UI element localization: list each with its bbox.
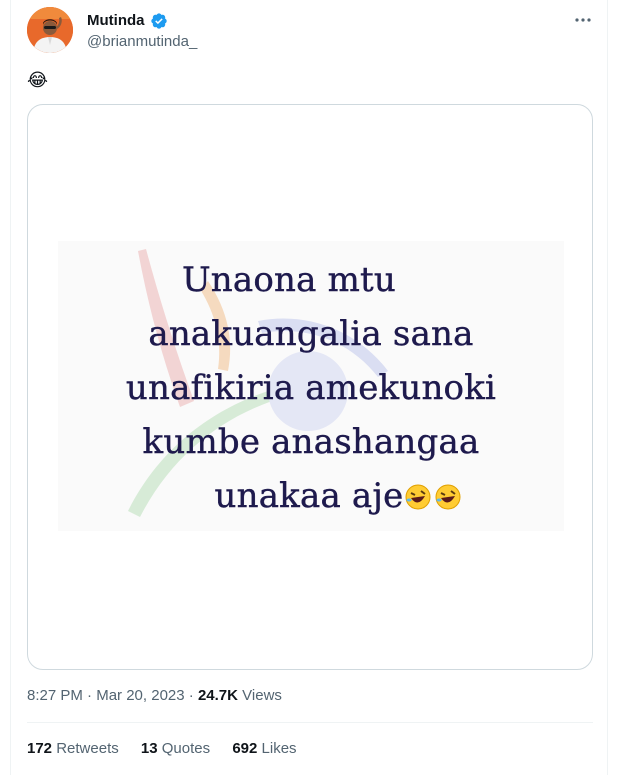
rolling-laughing-emoji-icon — [433, 482, 463, 512]
quotes-count: 13 — [140, 740, 158, 757]
tweet-container: Mutinda @brianmutinda_ 😂 Unaona mtu anak… — [10, 0, 608, 775]
meme-image: Unaona mtu anakuangalia sana unafikiria … — [58, 241, 564, 531]
meta-separator: · — [188, 687, 194, 704]
tears-of-joy-emoji: 😂 — [27, 70, 49, 90]
engagement-stats: 172 Retweets 13 Quotes 692 Likes — [27, 739, 315, 759]
more-horizontal-icon — [575, 18, 591, 22]
rolling-laughing-emoji-icon — [403, 482, 433, 512]
tweet-date[interactable]: Mar 20, 2023 — [96, 687, 184, 704]
media-image[interactable]: Unaona mtu anakuangalia sana unafikiria … — [27, 104, 593, 670]
author-display-name[interactable]: Mutinda — [87, 11, 145, 31]
likes-count: 692 — [232, 740, 258, 757]
verified-badge-icon — [150, 12, 168, 30]
quotes-label: Quotes — [161, 740, 211, 757]
views-label: Views — [242, 687, 282, 704]
retweets-label: Retweets — [56, 740, 119, 757]
meme-line: unakaa aje — [214, 476, 404, 516]
retweets-count: 172 — [27, 740, 53, 757]
likes-label: Likes — [261, 740, 297, 757]
avatar[interactable] — [27, 7, 73, 53]
author-handle[interactable]: @brianmutinda_ — [87, 32, 197, 52]
meme-line: unafikiria amekunoki — [125, 368, 497, 408]
tweet-text: 😂 — [27, 68, 48, 92]
views-count: 24.7K — [197, 687, 238, 704]
quotes-stat-link[interactable]: 13 Quotes — [141, 740, 210, 757]
meme-caption: Unaona mtu anakuangalia sana unafikiria … — [58, 253, 564, 523]
meme-line: kumbe anashangaa — [142, 422, 480, 462]
tweet-time[interactable]: 8:27 PM — [27, 687, 83, 704]
meta-separator: · — [87, 687, 93, 704]
retweets-stat-link[interactable]: 172 Retweets — [27, 740, 119, 757]
more-options-button[interactable] — [571, 8, 595, 32]
meme-line: anakuangalia sana — [148, 314, 474, 354]
meme-line-last: unakaa aje — [114, 469, 564, 523]
avatar-photo-icon — [27, 7, 73, 53]
likes-stat-link[interactable]: 692 Likes — [232, 740, 296, 757]
divider — [27, 722, 593, 723]
meme-line: Unaona mtu — [181, 260, 397, 300]
tweet-timestamp-row: 8:27 PM · Mar 20, 2023 · 24.7K Views — [27, 686, 282, 706]
